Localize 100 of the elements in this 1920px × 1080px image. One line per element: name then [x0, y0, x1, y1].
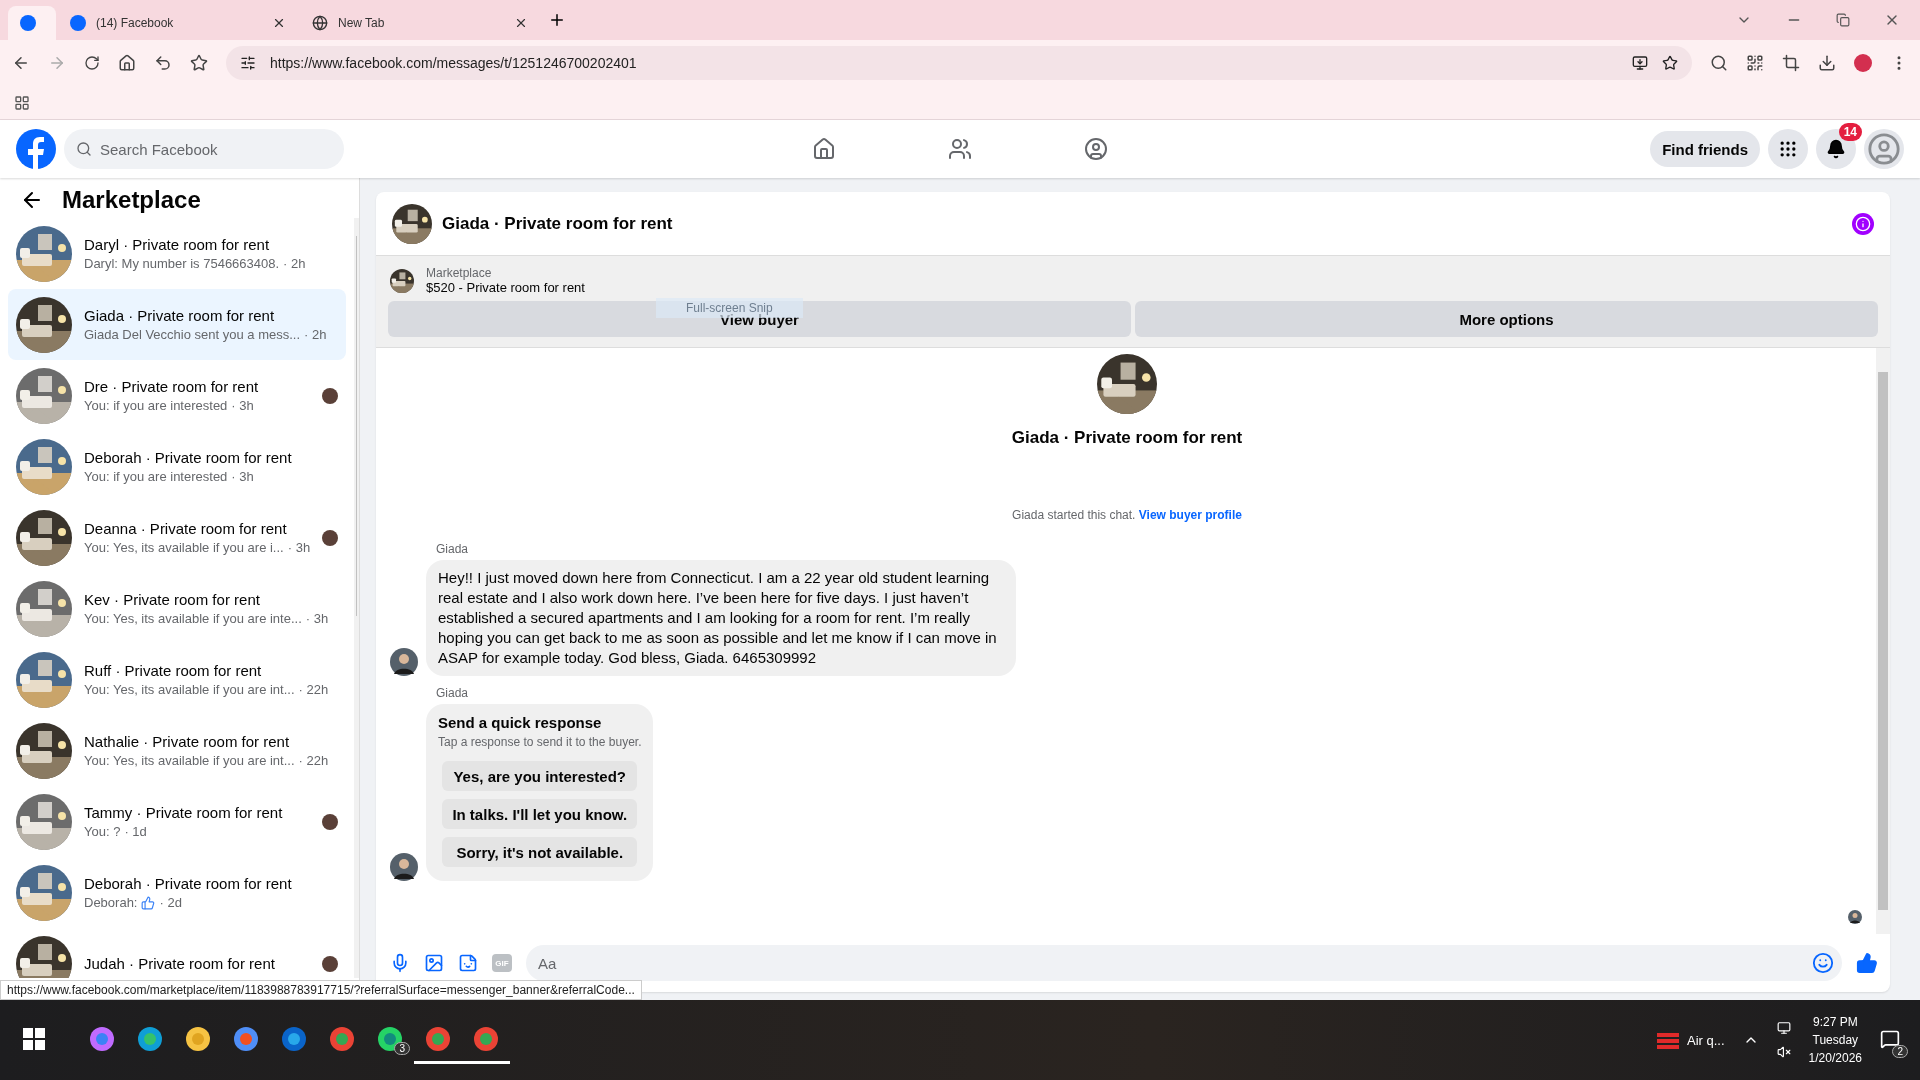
conversation-title: Dre · Private room for rent	[84, 378, 260, 395]
person-avatar	[1848, 910, 1862, 924]
conversation-time: · 22h	[298, 753, 329, 768]
conversation-title: Daryl · Private room for rent	[84, 236, 271, 253]
conversation-item[interactable]: Tammy · Private room for rent You: ? · 1d	[8, 786, 347, 857]
install-icon[interactable]	[1632, 55, 1648, 71]
mute-icon[interactable]	[1776, 1045, 1791, 1059]
quick-response-title: Send a quick response	[438, 714, 603, 731]
conversation-preview: You: Yes, its available if you are int...	[84, 682, 295, 697]
bell-icon	[1826, 139, 1846, 159]
browser-tab[interactable]: (14) Facebook	[58, 6, 298, 40]
notifications-button[interactable]	[1816, 129, 1856, 169]
conversation-time: · 2h	[283, 256, 306, 271]
conversation-time: · 3h	[231, 398, 254, 413]
conversation-item[interactable]: Kev · Private room for rent You: Yes, its available if you are inte... · 3h	[8, 573, 347, 644]
bookmark-icon[interactable]	[190, 54, 208, 72]
conversation-preview: You: Yes, its available if you are inte...	[84, 611, 302, 626]
conversation-time: · 2h	[304, 327, 327, 342]
close-icon[interactable]	[272, 16, 286, 30]
conversation-preview: You: if you are interested	[84, 398, 228, 413]
apps-icon[interactable]	[14, 94, 30, 111]
weather-widget[interactable]: Air q...	[1657, 1029, 1725, 1051]
conversation-item[interactable]: Daryl · Private room for rent Daryl: My number is 7546663408. · 2h	[8, 218, 347, 289]
quick-response-button[interactable]: In talks. I'll let you know.	[442, 799, 638, 829]
conversation-title: Giada · Private room for rent	[84, 307, 276, 324]
conversation-title: Deborah · Private room for rent	[84, 449, 293, 466]
conversation-time: · 2d	[159, 895, 182, 910]
action-button[interactable]: More options	[1135, 301, 1878, 337]
conversation-time: · 22h	[298, 682, 329, 697]
home-icon[interactable]	[118, 54, 136, 72]
notifications-icon[interactable]	[1880, 1028, 1900, 1049]
conversation-preview: Giada Del Vecchio sent you a mess...	[84, 327, 301, 342]
search-icon[interactable]	[1710, 54, 1728, 72]
display-icon[interactable]	[1776, 1021, 1791, 1035]
globe-icon	[312, 15, 328, 31]
conversation-time: · 3h	[287, 540, 311, 555]
intro-title: Giada · Private room for rent	[1011, 428, 1243, 448]
download-icon[interactable]	[1818, 54, 1836, 72]
status-url: https://www.facebook.com/marketplace/item/1183988783917715/?referralSurface=messenger_banner&referralCode...	[0, 980, 642, 1000]
message-bubble: Hey!! I just moved down here from Connecticut. I am a 22 year old student learning real estate and I also work down here. I’ve been here for five days. I just haven’t established a secured apartments and I am looking for a room for rent. I’m really hoping you can get back to me as soon as possible and let me know if I can move in ASAP for example today. God bless, Giada. 6465309992	[426, 560, 1016, 676]
avatar-icon	[1867, 132, 1901, 166]
conversation-title: Tammy · Private room for rent	[84, 804, 284, 821]
conversation-time: · 3h	[231, 469, 254, 484]
back-icon[interactable]	[12, 54, 30, 72]
conversation-item[interactable]: Giada · Private room for rent Giada Del Vecchio sent you a mess... · 2h	[8, 289, 347, 360]
menu-button[interactable]	[1768, 129, 1808, 169]
conversation-preview: Daryl: My number is 7546663408.	[84, 256, 280, 271]
conversation-preview: You: ?	[84, 824, 121, 839]
qr-code-icon[interactable]	[1746, 54, 1764, 72]
conversation-preview: You: if you are interested	[84, 469, 228, 484]
profile-button[interactable]	[1864, 129, 1904, 169]
conversation-title: Ruff · Private room for rent	[84, 662, 263, 679]
view-buyer-profile-link[interactable]: View buyer profile	[1138, 508, 1242, 522]
conversation-item[interactable]: Deborah · Private room for rent Deborah: · 2d	[8, 857, 347, 928]
notification-badge: 2	[1892, 1044, 1908, 1058]
conversation-title: Deborah · Private room for rent	[84, 875, 293, 892]
quick-response-hint: Tap a response to send it to the buyer.	[438, 735, 642, 749]
browser-tab[interactable]	[8, 6, 56, 40]
microphone-icon[interactable]	[390, 953, 410, 973]
conversation-item[interactable]: Dre · Private room for rent You: if you are interested · 3h	[8, 360, 347, 431]
conversation-preview: Deborah:	[84, 895, 138, 910]
conversation-item[interactable]: Nathalie · Private room for rent You: Yes, its available if you are int... · 22h	[8, 715, 347, 786]
search-field[interactable]: Search Facebook	[64, 129, 344, 169]
quick-response-button[interactable]: Sorry, it's not available.	[442, 837, 638, 867]
bookmark-icon[interactable]	[1662, 55, 1678, 71]
crop-icon[interactable]	[1782, 54, 1800, 72]
conversation-item[interactable]: Deborah · Private room for rent You: if you are interested · 3h	[8, 431, 347, 502]
info-icon[interactable]	[1852, 212, 1874, 235]
search-icon	[76, 141, 92, 157]
reload-icon[interactable]	[84, 55, 100, 71]
notification-badge: 14	[1838, 123, 1862, 141]
intro-note: Giada started this chat. View buyer profile	[1011, 508, 1243, 522]
conversation-title: Nathalie · Private room for rent	[84, 733, 291, 750]
sender-name: Giada	[436, 686, 470, 700]
browser-tab[interactable]: New Tab	[300, 6, 540, 40]
person-avatar	[390, 853, 418, 881]
close-icon[interactable]	[514, 16, 528, 30]
conversation-title: Judah · Private room for rent	[84, 955, 276, 972]
conversation-item[interactable]: Ruff · Private room for rent You: Yes, its available if you are int... · 22h	[8, 644, 347, 715]
sticker-icon[interactable]	[458, 953, 478, 973]
clock[interactable]: 9:27 PM Tuesday 1/20/2026	[1808, 1015, 1862, 1065]
conversation-item[interactable]: Deanna · Private room for rent You: Yes, its available if you are i... · 3h	[8, 502, 347, 573]
chat-title: Giada · Private room for rent	[442, 213, 673, 234]
facebook-logo[interactable]	[16, 129, 56, 169]
image-icon[interactable]	[424, 953, 444, 973]
site-settings-icon[interactable]	[240, 55, 256, 71]
profile-icon[interactable]	[1854, 54, 1872, 72]
address-bar[interactable]: https://www.facebook.com/messages/t/1251246700202401	[226, 46, 1692, 80]
quick-response-button[interactable]: Yes, are you interested?	[442, 761, 638, 791]
conversation-title: Kev · Private room for rent	[84, 591, 261, 608]
new-tab-icon[interactable]	[548, 11, 566, 29]
message-field[interactable]: Aa	[526, 945, 1842, 981]
listing-source: Marketplace	[426, 266, 493, 280]
thumbs-up-icon[interactable]	[1856, 952, 1878, 974]
emoji-icon[interactable]	[1812, 952, 1834, 974]
find-friends-button[interactable]: Find friends	[1650, 131, 1760, 167]
listing-title: $520 - Private room for rent	[426, 280, 585, 295]
undo-icon[interactable]	[154, 54, 172, 72]
restore-icon[interactable]	[1836, 13, 1850, 27]
sender-name: Giada	[436, 542, 470, 556]
